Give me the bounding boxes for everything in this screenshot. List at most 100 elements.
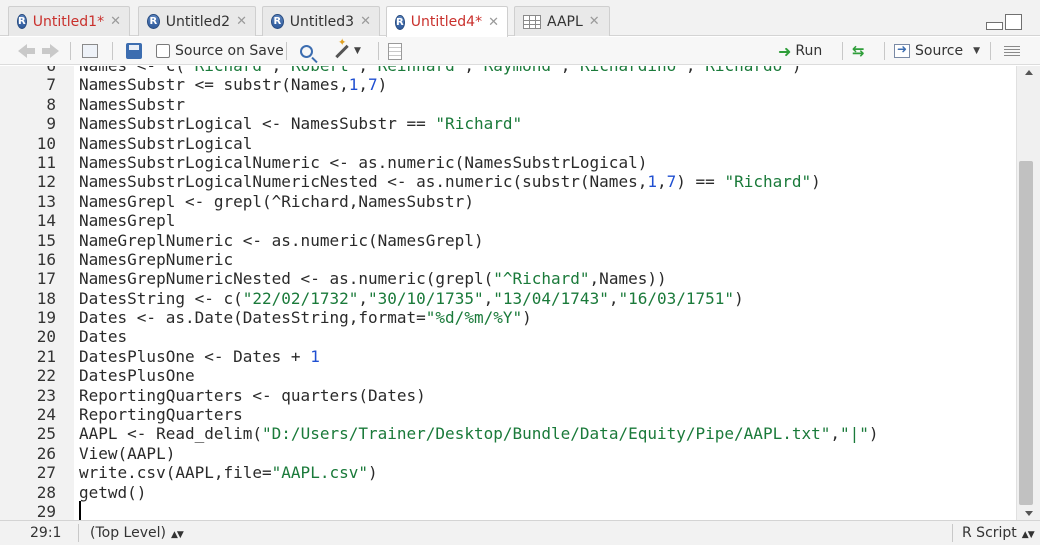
- text-cursor: [79, 501, 81, 520]
- vertical-scrollbar[interactable]: [1016, 66, 1040, 520]
- find-button[interactable]: [300, 41, 313, 61]
- cursor-position: 29:1: [30, 525, 62, 541]
- chevron-down-icon[interactable]: ▼: [973, 46, 980, 56]
- compile-report-button[interactable]: [388, 41, 402, 61]
- outline-icon: [1004, 46, 1020, 56]
- scroll-down-icon[interactable]: [1025, 511, 1033, 516]
- run-label: Run: [795, 43, 823, 59]
- run-button[interactable]: ➜ Run: [778, 41, 822, 61]
- r-logo-icon: R: [395, 14, 405, 30]
- updown-icon: ▲▼: [1021, 530, 1035, 540]
- code-line[interactable]: 19 Dates <- as.Date(DatesString,format="%…: [0, 308, 1016, 327]
- source-on-save-checkbox[interactable]: [156, 44, 170, 58]
- tab-aapl[interactable]: AAPL ✕: [514, 6, 610, 36]
- code-line[interactable]: 24 ReportingQuarters: [0, 405, 1016, 424]
- tab-untitled2[interactable]: R Untitled2 ✕: [138, 6, 256, 36]
- close-icon[interactable]: ✕: [488, 15, 499, 30]
- outline-button[interactable]: [1004, 41, 1020, 61]
- code-text: getwd(): [79, 482, 147, 502]
- code-line[interactable]: 18 DatesString <- c("22/02/1732","30/10/1…: [0, 289, 1016, 308]
- code-text: write.csv(AAPL,file="AAPL.csv"): [79, 463, 378, 483]
- save-button[interactable]: [126, 41, 142, 61]
- line-number: 12: [36, 172, 56, 192]
- arrow-right-icon: [50, 44, 59, 58]
- line-number: 24: [36, 405, 56, 425]
- code-text: NamesGrepNumeric: [79, 249, 234, 269]
- code-line[interactable]: 8 NamesSubstr: [0, 95, 1016, 114]
- show-in-window-button[interactable]: [82, 41, 98, 61]
- close-icon[interactable]: ✕: [360, 14, 371, 29]
- close-icon[interactable]: ✕: [589, 14, 600, 29]
- code-line[interactable]: 12 NamesSubstrLogicalNumericNested <- as.…: [0, 172, 1016, 191]
- forward-button[interactable]: [42, 41, 59, 61]
- window-controls: [986, 14, 1022, 30]
- code-line[interactable]: 17 NamesGrepNumericNested <- as.numeric(g…: [0, 269, 1016, 288]
- close-icon[interactable]: ✕: [110, 14, 121, 29]
- code-line[interactable]: 15 NameGreplNumeric <- as.numeric(NamesGr…: [0, 231, 1016, 250]
- notebook-icon: [388, 42, 402, 60]
- code-line[interactable]: 9 NamesSubstrLogical <- NamesSubstr == "R…: [0, 114, 1016, 133]
- code-line[interactable]: 16 NamesGrepNumeric: [0, 250, 1016, 269]
- minimize-icon[interactable]: [986, 22, 1003, 30]
- rerun-button[interactable]: ⇆: [852, 41, 865, 61]
- tab-untitled3[interactable]: R Untitled3 ✕: [262, 6, 380, 36]
- code-text: Names <- c("Richard","Robert","Reinhard"…: [79, 66, 802, 75]
- tab-label: AAPL: [547, 13, 583, 30]
- code-text: NamesGrepNumericNested <- as.numeric(gre…: [79, 269, 667, 289]
- code-text: NameGreplNumeric <- as.numeric(NamesGrep…: [79, 230, 484, 250]
- scope-selector[interactable]: (Top Level) ▲▼: [90, 525, 184, 541]
- code-line[interactable]: 23 ReportingQuarters <- quarters(Dates): [0, 386, 1016, 405]
- line-number: 27: [36, 463, 56, 483]
- code-line[interactable]: 29: [0, 502, 1016, 520]
- code-line[interactable]: 27 write.csv(AAPL,file="AAPL.csv"): [0, 463, 1016, 482]
- line-number: 20: [36, 327, 56, 347]
- source-button[interactable]: Source ▼: [894, 41, 980, 61]
- save-icon: [126, 43, 142, 59]
- tab-label: Untitled1*: [32, 13, 105, 30]
- code-line[interactable]: 20 Dates: [0, 327, 1016, 346]
- code-editor[interactable]: 6 Names <- c("Richard","Robert","Reinhard…: [0, 66, 1016, 520]
- line-number: 8: [46, 94, 56, 114]
- source-label: Source: [915, 43, 964, 59]
- scope-label: (Top Level): [90, 525, 166, 541]
- code-line[interactable]: 26 View(AAPL): [0, 444, 1016, 463]
- code-line[interactable]: 22 DatesPlusOne: [0, 366, 1016, 385]
- editor-tab-bar: R Untitled1* ✕ R Untitled2 ✕ R Untitled3…: [0, 0, 1040, 37]
- search-icon: [300, 44, 313, 58]
- code-line[interactable]: 21 DatesPlusOne <- Dates + 1: [0, 347, 1016, 366]
- code-line[interactable]: 25 AAPL <- Read_delim("D:/Users/Trainer/D…: [0, 424, 1016, 443]
- maximize-icon[interactable]: [1005, 14, 1022, 30]
- source-on-save-toggle[interactable]: Source on Save: [156, 41, 284, 61]
- scrollbar-thumb[interactable]: [1019, 161, 1033, 505]
- close-icon[interactable]: ✕: [236, 14, 247, 29]
- file-type-label: R Script: [962, 525, 1017, 541]
- file-type-selector[interactable]: R Script ▲▼: [962, 525, 1035, 541]
- line-number: 6: [0, 66, 56, 75]
- code-line[interactable]: 10 NamesSubstrLogical: [0, 134, 1016, 153]
- code-line[interactable]: 14 NamesGrepl: [0, 211, 1016, 230]
- line-number: 29: [36, 501, 56, 520]
- scroll-up-icon[interactable]: [1025, 70, 1033, 75]
- line-number: 26: [36, 443, 56, 463]
- updown-icon: ▲▼: [170, 530, 184, 540]
- code-text: ReportingQuarters <- quarters(Dates): [79, 385, 426, 405]
- editor-toolbar: Source on Save ▼ ➜ Run ⇆ Source ▼: [0, 37, 1040, 65]
- code-line[interactable]: 11 NamesSubstrLogicalNumeric <- as.numeri…: [0, 153, 1016, 172]
- code-text: NamesSubstr <= substr(Names,1,7): [79, 75, 388, 95]
- data-grid-icon: [523, 14, 541, 29]
- code-line[interactable]: 28 getwd(): [0, 483, 1016, 502]
- line-number: 14: [36, 211, 56, 231]
- code-text: DatesPlusOne <- Dates + 1: [79, 346, 320, 366]
- line-number: 25: [36, 424, 56, 444]
- code-text: Dates <- as.Date(DatesString,format="%d/…: [79, 308, 532, 328]
- code-tools-button[interactable]: ▼: [334, 41, 361, 61]
- popout-icon: [82, 44, 98, 58]
- back-button[interactable]: [18, 41, 35, 61]
- code-line[interactable]: 6 Names <- c("Richard","Robert","Reinhard…: [0, 66, 1016, 75]
- tab-untitled1[interactable]: R Untitled1* ✕: [8, 6, 130, 36]
- code-line[interactable]: 7 NamesSubstr <= substr(Names,1,7): [0, 75, 1016, 94]
- tab-label: Untitled3: [289, 13, 355, 30]
- run-arrow-icon: ➜: [778, 41, 792, 61]
- tab-untitled4[interactable]: R Untitled4* ✕: [386, 6, 508, 37]
- code-line[interactable]: 13 NamesGrepl <- grepl(^Richard,NamesSubs…: [0, 192, 1016, 211]
